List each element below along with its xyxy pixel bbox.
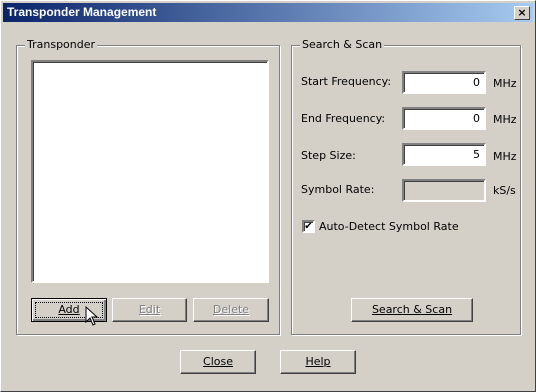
symbol-rate-label: Symbol Rate:	[301, 183, 375, 196]
close-button[interactable]: Close	[180, 350, 256, 374]
start-frequency-input[interactable]: 0	[402, 71, 486, 94]
title-bar[interactable]: Transponder Management ×	[3, 3, 533, 22]
edit-button[interactable]: Edit	[112, 298, 187, 322]
step-size-label: Step Size:	[301, 149, 356, 162]
search-scan-button[interactable]: Search & Scan	[351, 298, 473, 322]
auto-detect-checkbox[interactable]: ✔	[302, 220, 315, 233]
mouse-cursor-icon	[85, 306, 99, 326]
help-button[interactable]: Help	[280, 350, 356, 374]
transponder-management-window: Transponder Management × Transponder Add…	[0, 0, 536, 392]
delete-button-label: Delete	[212, 303, 250, 316]
symbol-rate-input[interactable]	[402, 179, 486, 202]
delete-button[interactable]: Delete	[193, 298, 269, 322]
auto-detect-label: Auto-Detect Symbol Rate	[319, 220, 459, 233]
end-frequency-unit: MHz	[493, 113, 517, 126]
search-scan-group-label: Search & Scan	[300, 38, 385, 51]
end-frequency-input[interactable]: 0	[402, 107, 486, 130]
edit-button-label: Edit	[138, 303, 161, 316]
transponder-group-label: Transponder	[25, 38, 98, 51]
search-scan-button-label: Search & Scan	[371, 303, 453, 316]
step-size-unit: MHz	[493, 150, 517, 163]
start-frequency-label: Start Frequency:	[301, 75, 392, 88]
close-button-label: Close	[203, 355, 233, 368]
start-frequency-unit: MHz	[493, 77, 517, 90]
window-title: Transponder Management	[7, 5, 157, 19]
symbol-rate-unit: kS/s	[493, 184, 516, 197]
end-frequency-label: End Frequency:	[301, 112, 386, 125]
help-button-label: Help	[305, 355, 331, 368]
close-window-icon[interactable]: ×	[514, 6, 530, 20]
step-size-input[interactable]: 5	[402, 143, 486, 166]
transponder-list[interactable]	[31, 60, 269, 283]
